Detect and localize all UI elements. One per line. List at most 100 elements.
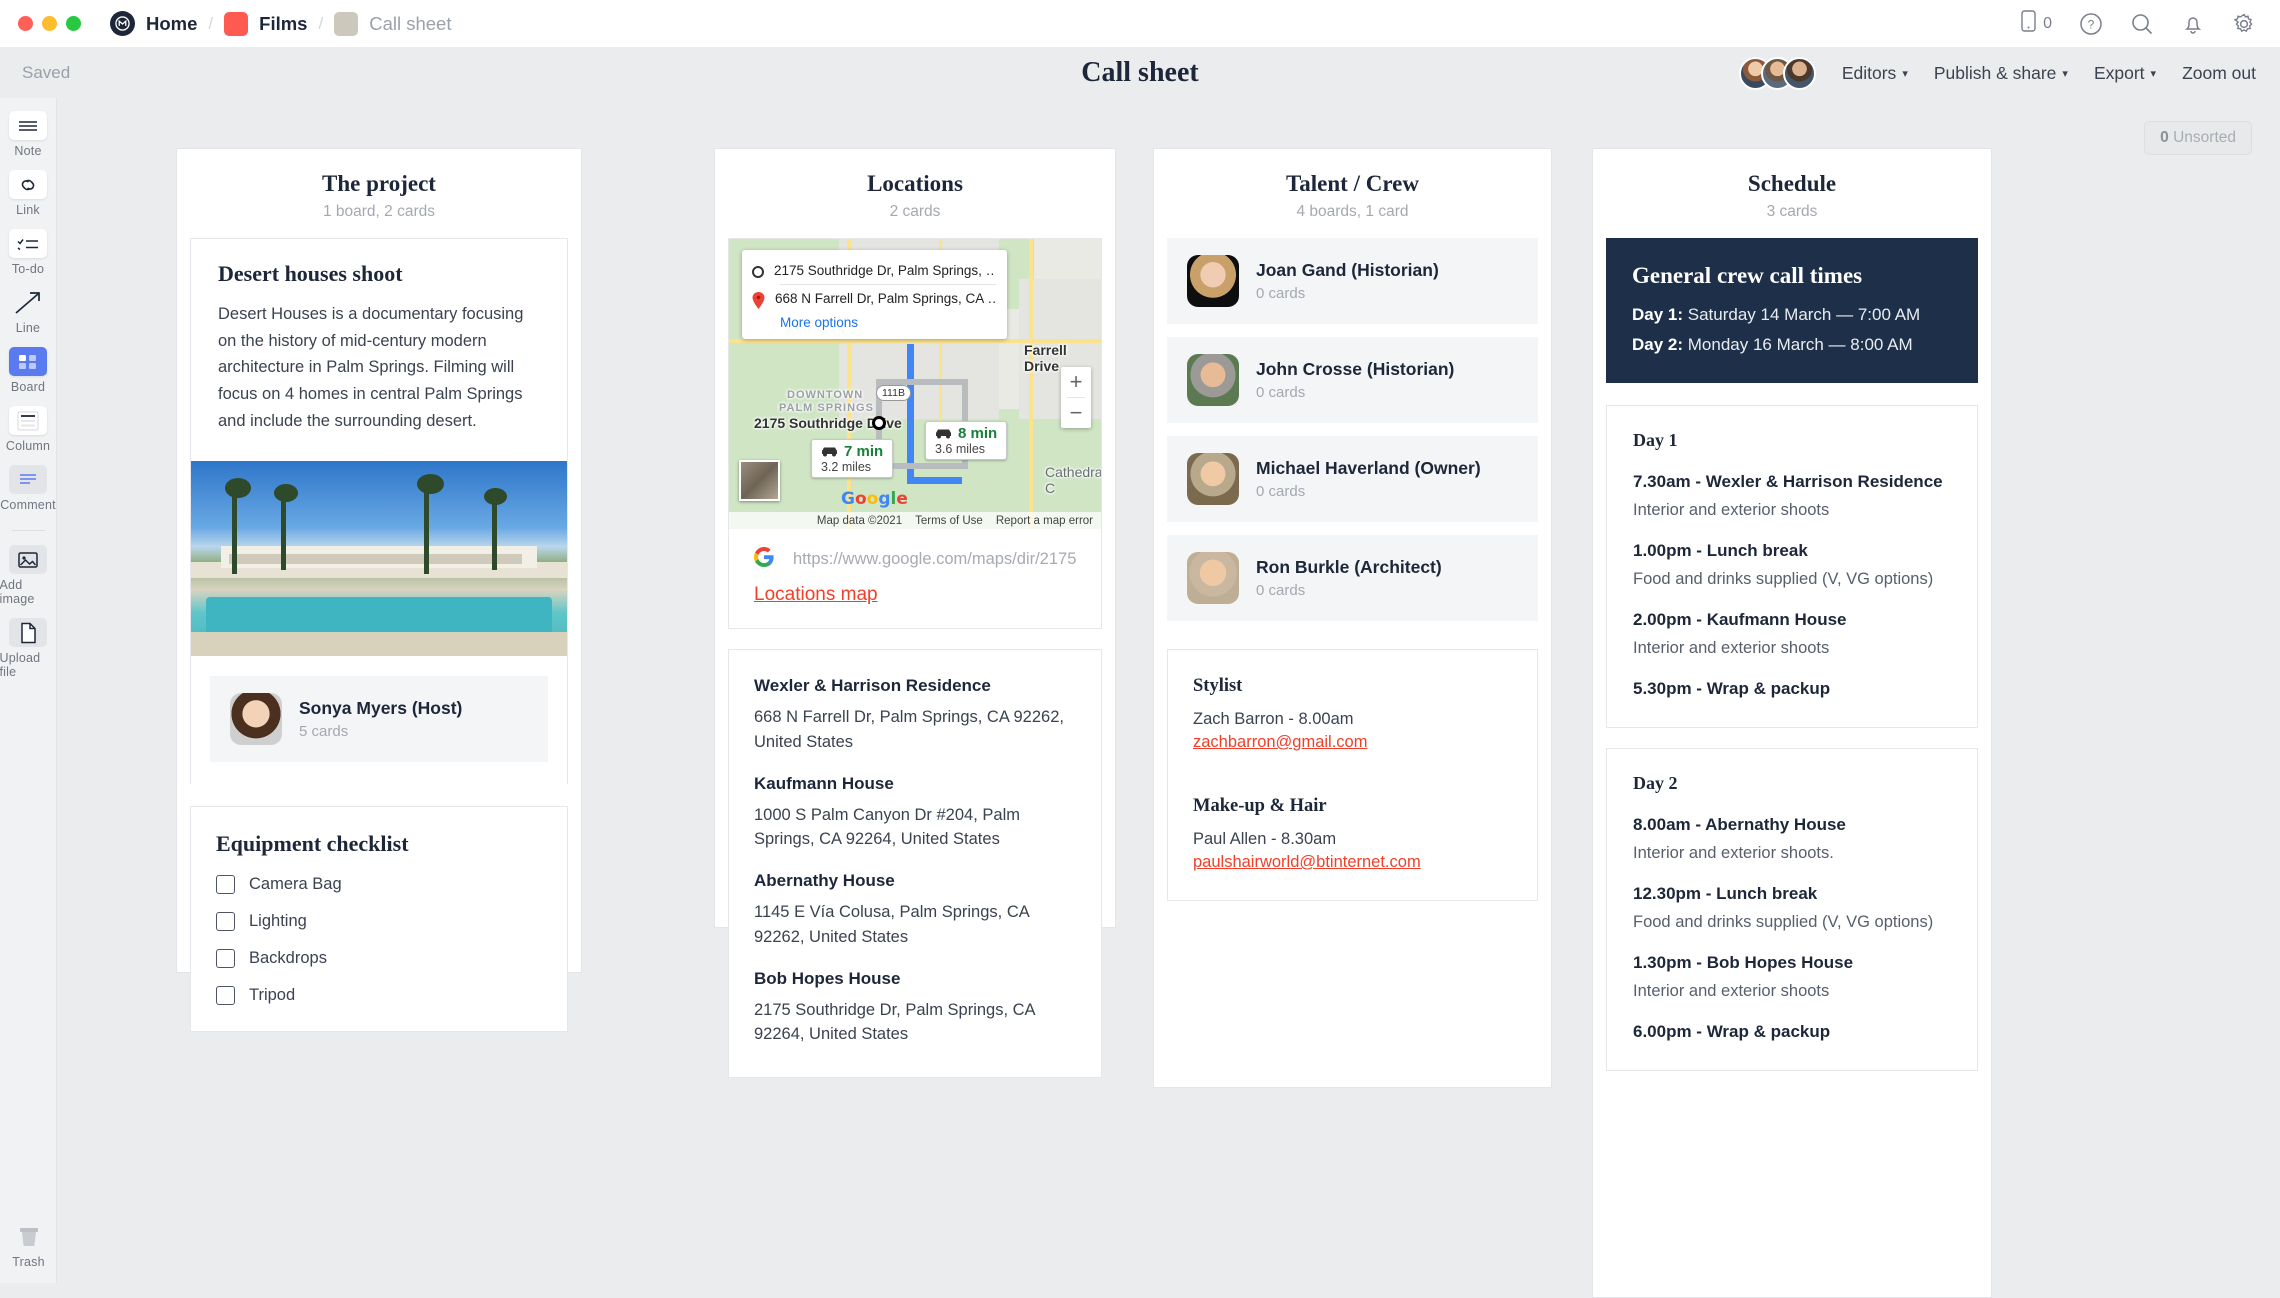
maximize-button[interactable]	[66, 16, 81, 31]
card-desert-houses-shoot[interactable]: Desert houses shoot Desert Houses is a d…	[190, 238, 568, 784]
locations-map-link[interactable]: Locations map	[729, 572, 1101, 628]
tool-comment[interactable]: Comment	[0, 465, 57, 512]
tool-upload-file[interactable]: Upload file	[0, 618, 57, 679]
tool-trash[interactable]: Trash	[0, 1222, 57, 1269]
breadcrumb-item-callsheet[interactable]: Call sheet	[334, 12, 451, 36]
todo-icon	[9, 229, 47, 258]
mobile-icon	[2021, 10, 2036, 37]
card-locations-map[interactable]: 2175 Southridge Dr, Palm Springs, … 668 …	[728, 238, 1102, 629]
column-header: Locations 2 cards	[715, 149, 1115, 238]
more-options-link[interactable]: More options	[780, 315, 996, 330]
tool-todo[interactable]: To-do	[0, 229, 57, 276]
publish-share-menu[interactable]: Publish & share ▾	[1934, 63, 2068, 84]
close-button[interactable]	[18, 16, 33, 31]
editor-avatars[interactable]	[1739, 57, 1816, 90]
breadcrumb-label-callsheet: Call sheet	[369, 13, 451, 35]
checkbox[interactable]	[216, 912, 235, 931]
column-talent-crew[interactable]: Talent / Crew 4 boards, 1 card Joan Gand…	[1153, 148, 1552, 1088]
schedule-item-head: 12.30pm - Lunch break	[1633, 884, 1951, 904]
street-view-thumbnail[interactable]	[739, 460, 780, 501]
minimize-button[interactable]	[42, 16, 57, 31]
tool-label: Trash	[12, 1255, 45, 1269]
checklist-item[interactable]: Lighting	[216, 912, 542, 931]
location-name: Kaufmann House	[754, 774, 1076, 794]
tool-link[interactable]: Link	[0, 170, 57, 217]
avatar[interactable]	[1783, 57, 1816, 90]
tool-label: Column	[6, 439, 50, 453]
tool-board[interactable]: Board	[0, 347, 57, 394]
person-card[interactable]: Michael Haverland (Owner) 0 cards	[1167, 436, 1538, 522]
breadcrumb-item-home[interactable]: Home	[110, 11, 197, 36]
zoom-out-button[interactable]: −	[1061, 398, 1091, 428]
card-stylist-makeup[interactable]: Stylist Zach Barron - 8.00am zachbarron@…	[1167, 649, 1538, 901]
unsorted-badge[interactable]: 0 Unsorted	[2144, 121, 2252, 155]
card-day-2-schedule[interactable]: Day 2 8.00am - Abernathy House Interior …	[1606, 748, 1978, 1071]
column-the-project[interactable]: The project 1 board, 2 cards Desert hous…	[176, 148, 582, 973]
tool-add-image[interactable]: Add image	[0, 545, 57, 606]
export-menu[interactable]: Export ▾	[2094, 63, 2156, 84]
call-times-day2: Day 2: Monday 16 March — 8:00 AM	[1632, 335, 1952, 355]
host-card[interactable]: Sonya Myers (Host) 5 cards	[210, 676, 548, 762]
column-subtitle: 4 boards, 1 card	[1154, 203, 1551, 221]
gear-icon[interactable]	[2232, 12, 2256, 36]
person-info: Joan Gand (Historian) 0 cards	[1256, 260, 1439, 302]
map-zoom-controls[interactable]: + −	[1061, 367, 1091, 428]
directions-origin-row[interactable]: 2175 Southridge Dr, Palm Springs, …	[752, 259, 996, 282]
chevron-down-icon: ▾	[2062, 67, 2068, 80]
chevron-down-icon: ▾	[2151, 67, 2157, 80]
person-card[interactable]: Ron Burkle (Architect) 0 cards	[1167, 535, 1538, 621]
checkbox[interactable]	[216, 875, 235, 894]
checklist-item[interactable]: Backdrops	[216, 949, 542, 968]
schedule-item: 5.30pm - Wrap & packup	[1633, 679, 1951, 699]
zoom-in-button[interactable]: +	[1061, 367, 1091, 397]
breadcrumb-item-films[interactable]: Films	[224, 12, 307, 36]
column-locations[interactable]: Locations 2 cards 2175	[714, 148, 1116, 928]
help-icon[interactable]: ?	[2079, 12, 2103, 36]
makeup-heading: Make-up & Hair	[1193, 796, 1512, 817]
topbar-actions: 0 ?	[2021, 10, 2280, 37]
route-a-time-row: 7 min	[821, 443, 883, 460]
route-a-time: 7 min	[844, 443, 883, 460]
location-address: 2175 Southridge Dr, Palm Springs, CA 922…	[754, 998, 1076, 1048]
comment-icon	[9, 465, 47, 494]
person-card[interactable]: Joan Gand (Historian) 0 cards	[1167, 238, 1538, 324]
checklist-label: Backdrops	[249, 949, 327, 968]
directions-panel[interactable]: 2175 Southridge Dr, Palm Springs, … 668 …	[742, 250, 1007, 339]
car-icon	[935, 428, 952, 439]
tool-note[interactable]: Note	[0, 111, 57, 158]
report-map-error-link[interactable]: Report a map error	[996, 515, 1093, 527]
schedule-item: 6.00pm - Wrap & packup	[1633, 1022, 1951, 1042]
card-location-addresses[interactable]: Wexler & Harrison Residence 668 N Farrel…	[728, 649, 1102, 1078]
zoom-out-button[interactable]: Zoom out	[2182, 63, 2256, 84]
card-general-crew-call-times[interactable]: General crew call times Day 1: Saturday …	[1606, 238, 1978, 383]
mobile-devices-button[interactable]: 0	[2021, 10, 2052, 37]
person-info: Michael Haverland (Owner) 0 cards	[1256, 458, 1481, 500]
editors-menu[interactable]: Editors ▾	[1842, 63, 1908, 84]
checklist-item[interactable]: Camera Bag	[216, 875, 542, 894]
google-map[interactable]: 2175 Southridge Dr, Palm Springs, … 668 …	[729, 239, 1101, 529]
person-card[interactable]: John Crosse (Historian) 0 cards	[1167, 337, 1538, 423]
search-icon[interactable]	[2130, 12, 2154, 36]
card-equipment-checklist[interactable]: Equipment checklist Camera Bag Lighting …	[190, 806, 568, 1032]
chevron-down-icon: ▾	[1902, 67, 1908, 80]
checkbox[interactable]	[216, 986, 235, 1005]
stylist-email-link[interactable]: zachbarron@gmail.com	[1193, 733, 1512, 752]
route-badge-b[interactable]: 8 min 3.6 miles	[925, 421, 1007, 460]
device-count-label: 0	[2043, 15, 2052, 33]
checklist-item[interactable]: Tripod	[216, 986, 542, 1005]
person-card-count: 0 cards	[1256, 285, 1439, 302]
checkbox[interactable]	[216, 949, 235, 968]
terms-of-use-link[interactable]: Terms of Use	[915, 515, 983, 527]
column-header: Talent / Crew 4 boards, 1 card	[1154, 149, 1551, 238]
tool-column[interactable]: Column	[0, 406, 57, 453]
directions-destination-row[interactable]: 668 N Farrell Dr, Palm Springs, CA …	[752, 287, 996, 313]
bell-icon[interactable]	[2181, 12, 2205, 36]
window-controls[interactable]	[0, 16, 81, 31]
tool-line[interactable]: Line	[0, 288, 57, 335]
card-day-1-schedule[interactable]: Day 1 7.30am - Wexler & Harrison Residen…	[1606, 405, 1978, 728]
column-schedule[interactable]: Schedule 3 cards General crew call times…	[1592, 148, 1992, 1298]
column-title: The project	[177, 171, 581, 197]
route-badge-a[interactable]: 7 min 3.2 miles	[811, 439, 893, 478]
call-times-heading: General crew call times	[1632, 263, 1952, 289]
makeup-email-link[interactable]: paulshairworld@btinternet.com	[1193, 853, 1512, 872]
